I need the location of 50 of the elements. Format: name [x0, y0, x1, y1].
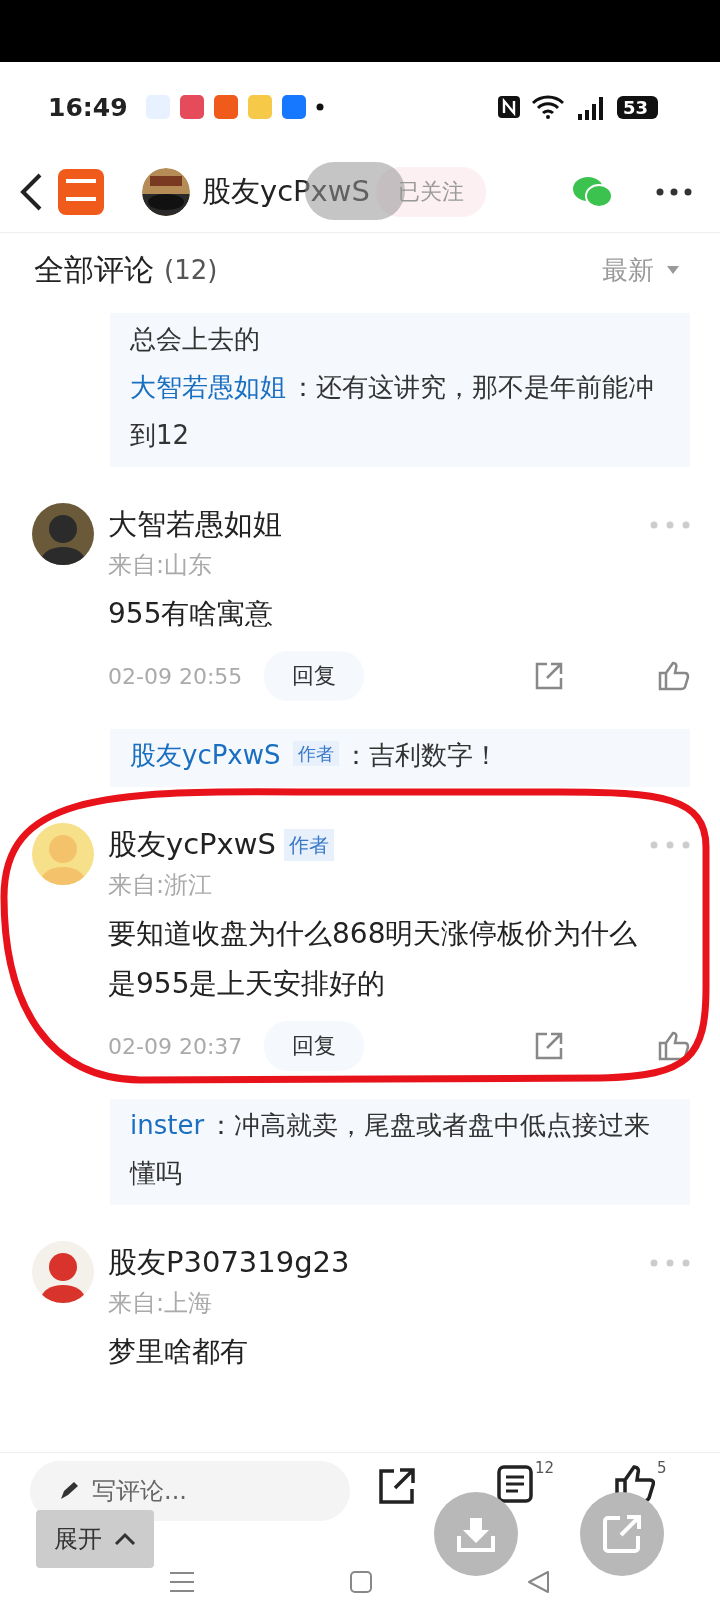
status-time: 16:49: [48, 92, 128, 122]
username[interactable]: 大智若愚如姐: [108, 505, 282, 545]
battery-level: 53: [616, 95, 658, 119]
app-logo-icon: [58, 169, 104, 215]
app-notification-icon: [213, 95, 238, 119]
username[interactable]: 股友ycPxwS: [108, 825, 276, 865]
home-icon[interactable]: [349, 1570, 373, 1594]
reply-text: 股友ycPxwS $^{作者}$ ：吉利数字！: [130, 739, 500, 772]
author-badge: 作者: [292, 741, 339, 766]
app-notification-icon: [247, 95, 272, 119]
reply-button[interactable]: 回复: [264, 1021, 365, 1071]
comment-input[interactable]: 写评论...: [30, 1461, 350, 1521]
reply-username[interactable]: 大智若愚如姐: [130, 372, 286, 402]
comment-text: 955有啥寓意: [108, 596, 275, 632]
location-text: 来自:山东: [108, 550, 214, 581]
app-notification-icon: [179, 95, 204, 119]
notification-dot-icon: [315, 103, 324, 111]
app-notification-icon: [281, 95, 306, 119]
share-icon: [602, 1514, 642, 1554]
comments-title: 全部评论: [34, 250, 154, 289]
comment-count: 12: [535, 1459, 555, 1477]
share-icon[interactable]: [378, 1467, 416, 1505]
pencil-icon: [58, 1480, 80, 1502]
like-count: 5: [657, 1459, 667, 1477]
menu-icon[interactable]: [169, 1571, 195, 1593]
expand-button[interactable]: 展开: [36, 1510, 154, 1568]
reply-text: inster：冲高就卖，尾盘或者盘中低点接过来懂吗: [130, 1109, 652, 1190]
comment-time: 02-09 20:55: [108, 663, 243, 689]
wechat-icon[interactable]: [572, 175, 614, 209]
comment-time: 02-09 20:37: [108, 1033, 243, 1059]
wifi-icon: [530, 95, 565, 119]
chevron-up-icon: [114, 1532, 136, 1546]
comment-text: 要知道收盘为什么868明天涨停板价为什么是955是上天安排好的: [108, 916, 639, 1002]
location-text: 来自:浙江: [108, 870, 214, 901]
author-name: 股友ycPxwS: [202, 173, 370, 210]
location-text: 来自:上海: [108, 1288, 214, 1319]
author-badge: 作者: [283, 829, 334, 861]
comments-count: (12): [164, 255, 218, 285]
nfc-icon: [496, 95, 521, 119]
reply-text: 大智若愚如姐：还有这讲究，那不是年前能冲到12: [130, 371, 655, 452]
more-icon[interactable]: [656, 188, 692, 196]
username[interactable]: 股友P307319g23: [108, 1243, 350, 1283]
reply-username[interactable]: 股友ycPxwS: [130, 740, 281, 770]
back-icon[interactable]: [18, 172, 44, 212]
comment-text: 梦里啥都有: [108, 1334, 249, 1370]
comment-list-icon[interactable]: [497, 1465, 533, 1503]
reply-button[interactable]: 回复: [264, 651, 365, 701]
caret-icon: [666, 265, 680, 275]
reply-username[interactable]: inster: [130, 1110, 205, 1140]
reply-text: 总会上去的: [130, 323, 261, 356]
